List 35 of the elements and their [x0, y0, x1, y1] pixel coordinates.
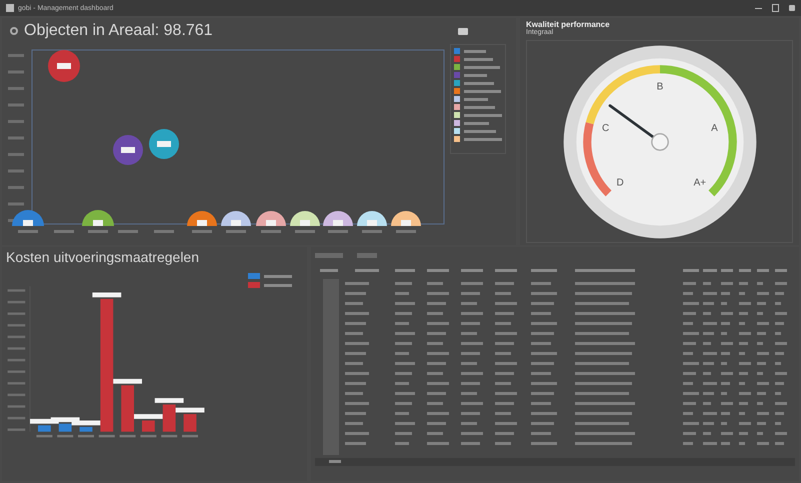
value-label-tag [113, 378, 142, 384]
bar [58, 424, 72, 432]
panel-title: Kosten uitvoeringsmaatregelen [6, 249, 200, 265]
bubble [82, 210, 114, 226]
bar [80, 426, 92, 432]
bar [142, 420, 155, 432]
gauge-label: B [656, 80, 663, 92]
bubble [12, 210, 44, 226]
bubble [187, 211, 217, 226]
bar [38, 425, 51, 432]
value-label-tag [134, 414, 163, 419]
gauge-label: A [710, 122, 718, 134]
bar [162, 404, 176, 432]
bubble [113, 135, 143, 165]
gauge-hub [650, 132, 668, 150]
bubble [323, 211, 353, 226]
value-label-tag [154, 398, 184, 403]
bubble [256, 211, 286, 226]
bar [121, 385, 134, 432]
gauge-label: A+ [693, 177, 706, 188]
bubble [48, 50, 80, 82]
panel-title: Kwaliteit performance [526, 20, 611, 29]
bubble [391, 211, 421, 226]
gauge-label: C [601, 122, 609, 134]
bubble [357, 211, 387, 226]
bubble [290, 211, 320, 226]
panel-title: Objecten in Areaal: 98.761 [24, 22, 213, 40]
value-label-tag [92, 292, 122, 298]
maximize-icon[interactable] [772, 4, 779, 12]
gear-icon[interactable] [10, 27, 18, 35]
value-label-tag [176, 408, 204, 412]
bubble [221, 211, 251, 226]
bar [184, 414, 196, 432]
bubble [149, 129, 179, 159]
gauge-label: D [616, 177, 624, 188]
